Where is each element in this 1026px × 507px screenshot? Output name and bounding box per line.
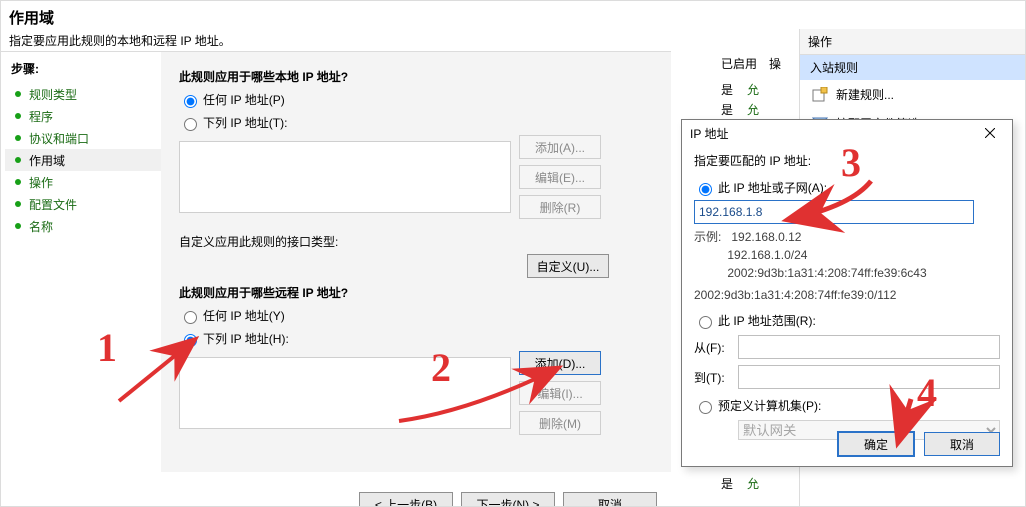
bg-col-headers: 已启用 操	[721, 55, 781, 72]
cancel-button[interactable]: 取消	[563, 492, 657, 507]
radio-local-these[interactable]	[184, 118, 197, 131]
bg-rows-bottom: 是允	[721, 475, 783, 495]
remote-add-button[interactable]: 添加(D)...	[519, 351, 601, 375]
ok-button[interactable]: 确定	[838, 432, 914, 456]
wizard-steps: 步骤: 规则类型 程序 协议和端口 作用域 操作 配置文件 名称	[1, 52, 161, 472]
radio-remote-any[interactable]	[184, 311, 197, 324]
step-name[interactable]: 名称	[5, 215, 161, 237]
ip-to-input[interactable]	[738, 365, 1000, 389]
scope-wizard: 作用域 指定要应用此规则的本地和远程 IP 地址。 步骤: 规则类型 程序 协议…	[1, 1, 671, 507]
bg-col-action: 操	[769, 55, 781, 72]
step-rule-type[interactable]: 规则类型	[5, 83, 161, 105]
local-delete-button[interactable]: 删除(R)	[519, 195, 601, 219]
wizard-subtitle: 指定要应用此规则的本地和远程 IP 地址。	[9, 32, 663, 49]
close-icon[interactable]	[976, 123, 1004, 143]
next-button[interactable]: 下一步(N) >	[461, 492, 555, 507]
radio-remote-these[interactable]	[184, 334, 197, 347]
ip-input[interactable]	[694, 200, 974, 224]
new-rule-icon	[812, 87, 828, 103]
bg-rows: 是允 是允	[721, 81, 783, 121]
actions-group: 入站规则	[800, 55, 1025, 80]
local-add-button[interactable]: 添加(A)...	[519, 135, 601, 159]
ip-dialog-title: IP 地址	[690, 125, 728, 142]
steps-title: 步骤:	[11, 60, 161, 77]
radio-ip-cidr[interactable]	[699, 183, 712, 196]
remote-edit-button[interactable]: 编辑(I)...	[519, 381, 601, 405]
bg-col-enabled: 已启用	[721, 55, 757, 72]
example-label: 示例:	[694, 230, 721, 244]
step-profile[interactable]: 配置文件	[5, 193, 161, 215]
wizard-title: 作用域	[9, 7, 663, 28]
action-new-rule-label: 新建规则...	[836, 86, 894, 103]
local-ip-list[interactable]	[179, 141, 511, 213]
actions-title: 操作	[800, 29, 1025, 55]
dlg-cancel-button[interactable]: 取消	[924, 432, 1000, 456]
remote-question: 此规则应用于哪些远程 IP 地址?	[179, 284, 653, 301]
ip-from-input[interactable]	[738, 335, 1000, 359]
iface-label: 自定义应用此规则的接口类型:	[179, 233, 653, 250]
radio-ip-predef[interactable]	[699, 401, 712, 414]
iface-customize-button[interactable]: 自定义(U)...	[527, 254, 609, 278]
radio-ip-range[interactable]	[699, 316, 712, 329]
remote-ip-list[interactable]	[179, 357, 511, 429]
ip-prompt: 指定要匹配的 IP 地址:	[694, 152, 1000, 169]
back-button[interactable]: < 上一步(B)	[359, 492, 453, 507]
local-edit-button[interactable]: 编辑(E)...	[519, 165, 601, 189]
step-program[interactable]: 程序	[5, 105, 161, 127]
radio-local-any[interactable]	[184, 95, 197, 108]
action-new-rule[interactable]: 新建规则...	[800, 80, 1025, 109]
local-question: 此规则应用于哪些本地 IP 地址?	[179, 68, 653, 85]
wizard-content: 此规则应用于哪些本地 IP 地址? 任何 IP 地址(P) 下列 IP 地址(T…	[161, 52, 671, 472]
step-action[interactable]: 操作	[5, 171, 161, 193]
ip-dialog: IP 地址 指定要匹配的 IP 地址: 此 IP 地址或子网(A): 示例: 1…	[681, 119, 1013, 467]
remote-delete-button[interactable]: 删除(M)	[519, 411, 601, 435]
step-protocol[interactable]: 协议和端口	[5, 127, 161, 149]
step-scope[interactable]: 作用域	[5, 149, 161, 171]
